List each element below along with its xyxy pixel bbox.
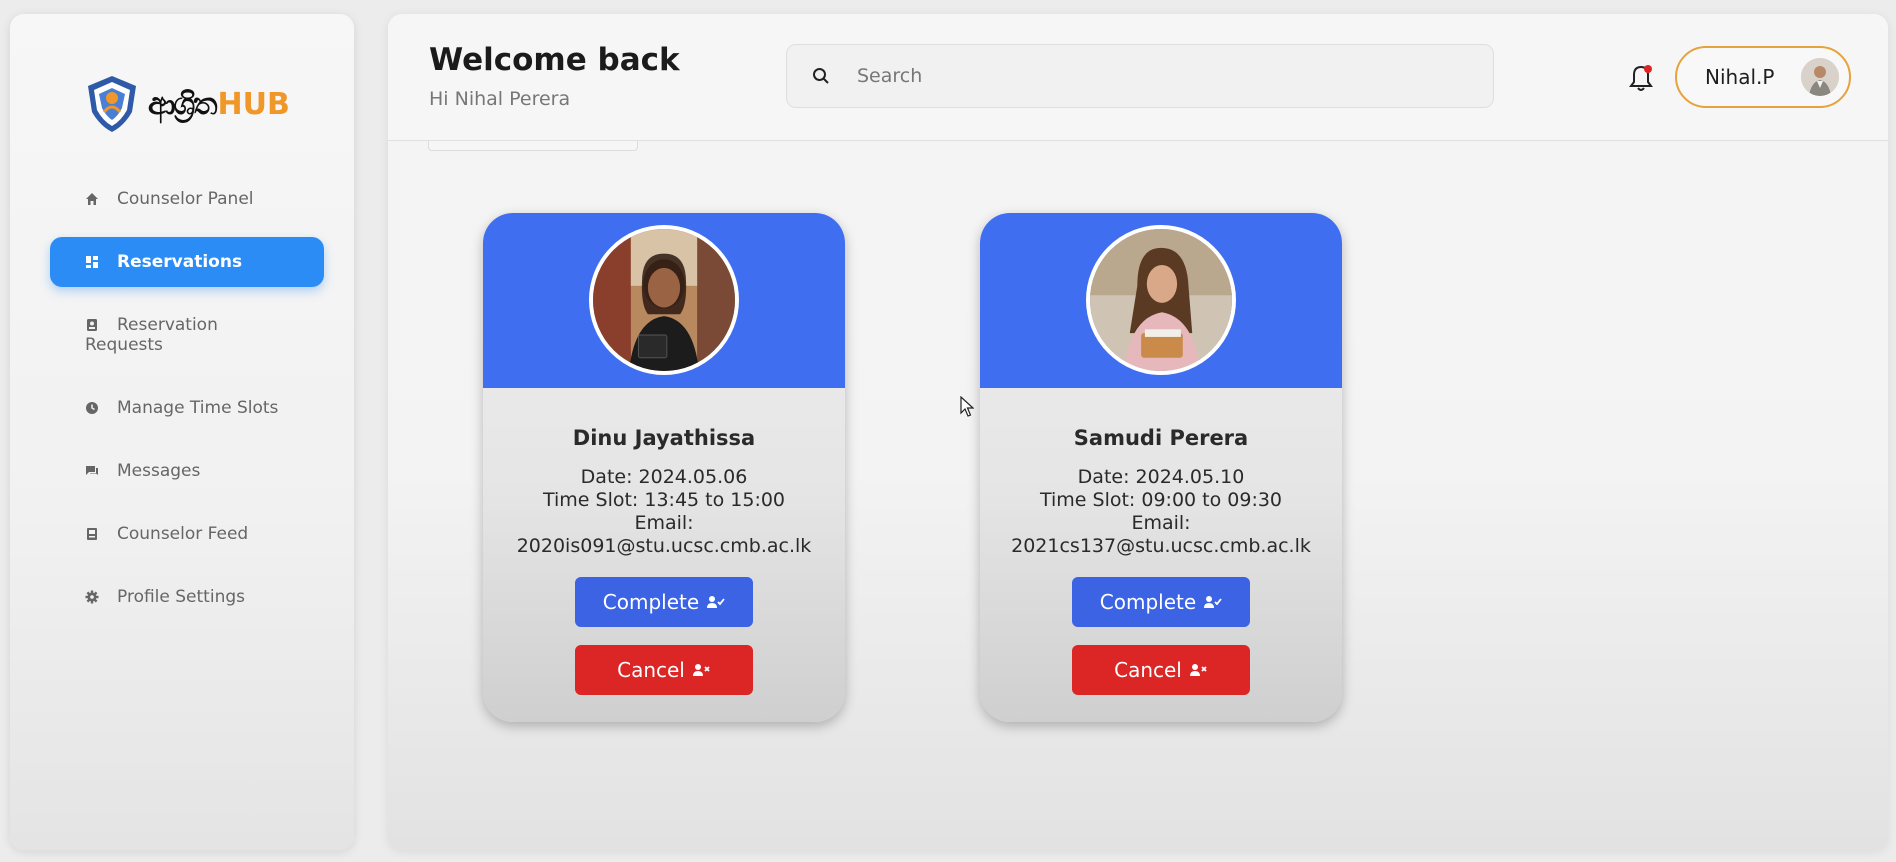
sidebar-item-counselor-feed[interactable]: Counselor Feed: [50, 509, 324, 559]
notification-dot: [1644, 65, 1652, 73]
reservation-time-slot: Time Slot: 13:45 to 15:00: [542, 489, 786, 511]
search-input[interactable]: [857, 65, 1417, 87]
email-label: Email:: [634, 512, 694, 534]
sidebar-item-label: Profile Settings: [117, 587, 245, 607]
user-menu-button[interactable]: Nihal.P: [1675, 46, 1851, 108]
user-check-icon: [1204, 596, 1222, 608]
greeting-subtitle: Hi Nihal Perera: [429, 88, 571, 110]
complete-button-label: Complete: [1099, 590, 1197, 614]
user-check-icon: [707, 596, 725, 608]
reservation-time-slot: Time Slot: 09:00 to 09:30: [1039, 489, 1283, 511]
sidebar-item-counselor-panel[interactable]: Counselor Panel: [50, 174, 324, 224]
student-name: Samudi Perera: [1073, 426, 1249, 450]
id-badge-icon: [87, 319, 97, 331]
sidebar: ආශ්‍රිත HUB Counselor Panel Reservations…: [10, 14, 354, 850]
cancel-button-label: Cancel: [617, 658, 685, 682]
complete-button-label: Complete: [602, 590, 700, 614]
dashboard-icon: [86, 256, 98, 268]
mouse-cursor-icon: [960, 396, 974, 417]
sidebar-item-reservations[interactable]: Reservations: [50, 237, 324, 287]
sidebar-item-label: Counselor Panel: [117, 189, 254, 209]
student-name: Dinu Jayathissa: [572, 426, 756, 450]
top-bar: Welcome back Hi Nihal Perera Nihal.P: [388, 14, 1888, 141]
search-icon: [813, 68, 829, 84]
gear-icon: [85, 590, 99, 604]
cancel-button[interactable]: Cancel: [1072, 645, 1250, 695]
sidebar-item-label: Messages: [117, 461, 201, 481]
sidebar-item-profile-settings[interactable]: Profile Settings: [50, 572, 324, 622]
logo-hub-text: HUB: [217, 86, 290, 122]
logo-script-text: ආශ්‍රිත: [148, 86, 217, 122]
sidebar-item-messages[interactable]: Messages: [50, 446, 324, 496]
email-label: Email:: [1131, 512, 1191, 534]
reservation-card: Samudi Perera Date: 2024.05.10 Time Slot…: [980, 213, 1342, 722]
chat-icon: [86, 466, 98, 475]
avatar: [1801, 58, 1839, 96]
view-toggle-stub: [428, 141, 638, 151]
complete-button[interactable]: Complete: [1072, 577, 1250, 627]
sidebar-item-label: Reservations: [117, 252, 243, 272]
complete-button[interactable]: Complete: [575, 577, 753, 627]
cancel-button[interactable]: Cancel: [575, 645, 753, 695]
search-bar[interactable]: [786, 44, 1494, 108]
user-remove-icon: [692, 664, 710, 676]
reservation-details: Date: 2024.05.06 Time Slot: 13:45 to 15:…: [483, 466, 845, 558]
notification-bell-icon[interactable]: [1626, 62, 1656, 94]
student-email: 2020is091@stu.ucsc.cmb.ac.lk: [516, 535, 812, 557]
reservation-date: Date: 2024.05.10: [1077, 466, 1245, 488]
reservation-date: Date: 2024.05.06: [580, 466, 748, 488]
shield-logo-icon: [88, 76, 136, 132]
page-title: Welcome back: [429, 42, 680, 78]
user-name: Nihal.P: [1705, 65, 1775, 89]
app-logo[interactable]: ආශ්‍රිත HUB: [80, 66, 310, 142]
home-icon: [86, 193, 98, 205]
student-email: 2021cs137@stu.ucsc.cmb.ac.lk: [1011, 535, 1311, 557]
sidebar-item-label: Manage Time Slots: [117, 398, 279, 418]
sidebar-item-label: Reservation Requests: [85, 315, 218, 355]
clock-icon: [86, 402, 98, 414]
feed-icon: [87, 528, 97, 540]
sidebar-nav: Counselor Panel Reservations Reservation…: [50, 174, 324, 635]
student-photo: [589, 225, 739, 375]
sidebar-item-reservation-requests[interactable]: Reservation Requests: [50, 300, 324, 370]
cancel-button-label: Cancel: [1114, 658, 1182, 682]
sidebar-item-label: Counselor Feed: [117, 524, 249, 544]
main-panel: Welcome back Hi Nihal Perera Nihal.P: [388, 14, 1888, 850]
sidebar-item-manage-time-slots[interactable]: Manage Time Slots: [50, 383, 324, 433]
student-photo: [1086, 225, 1236, 375]
reservation-card: Dinu Jayathissa Date: 2024.05.06 Time Sl…: [483, 213, 845, 722]
user-remove-icon: [1189, 664, 1207, 676]
reservation-details: Date: 2024.05.10 Time Slot: 09:00 to 09:…: [980, 466, 1342, 558]
